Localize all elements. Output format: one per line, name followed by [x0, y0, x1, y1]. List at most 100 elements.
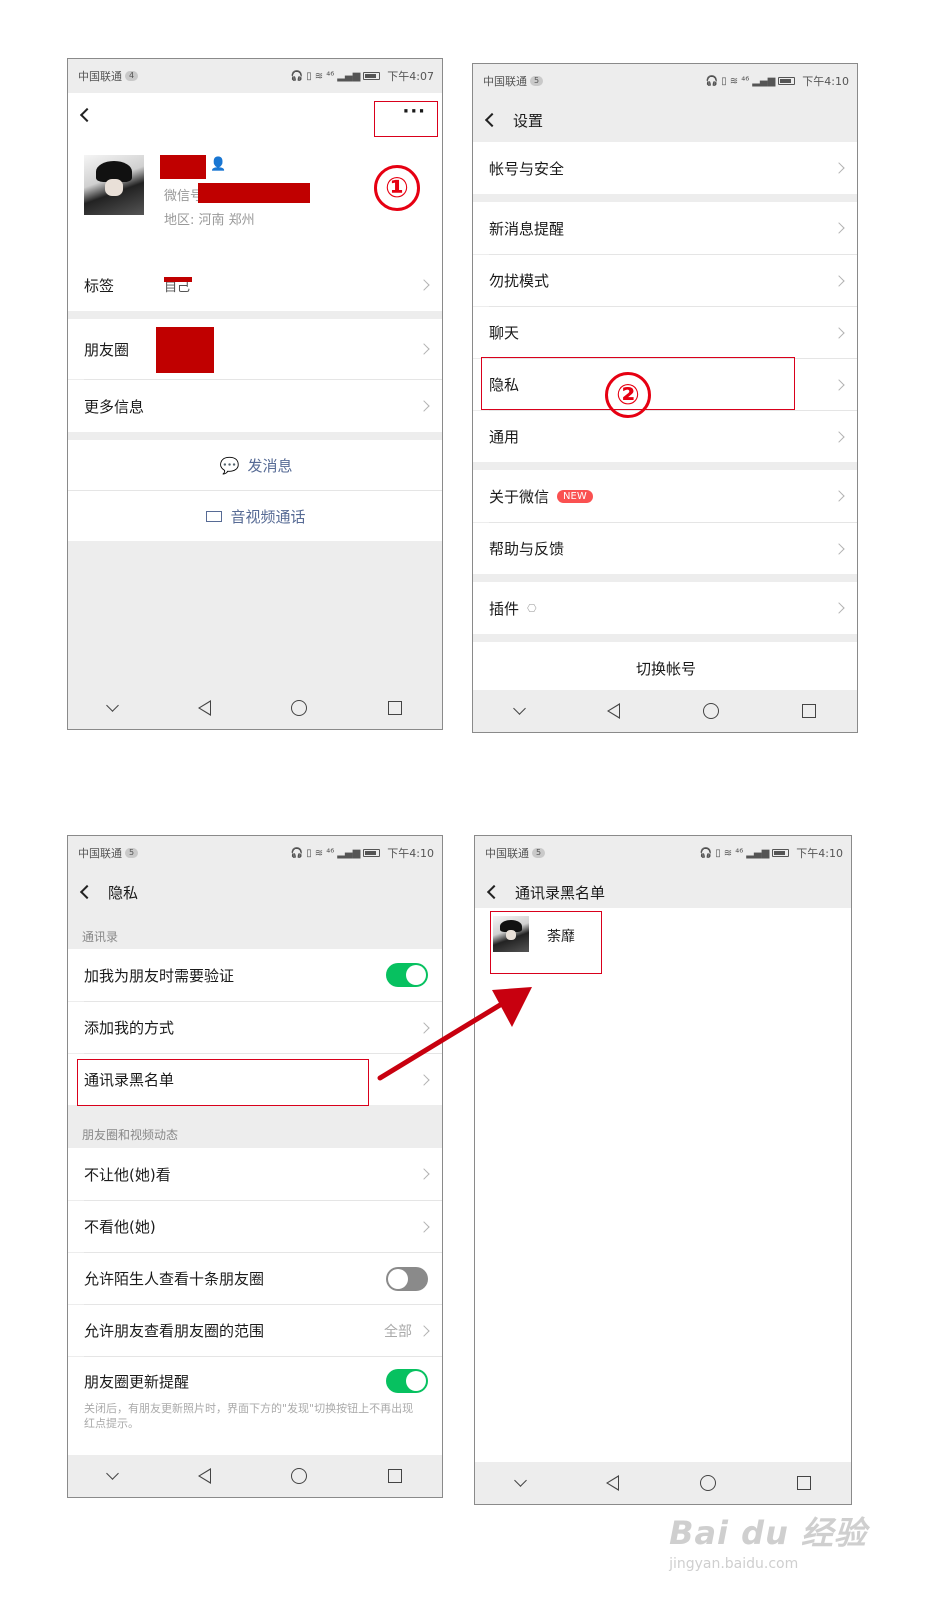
battery-icon [363, 72, 381, 80]
redacted-name [160, 155, 206, 179]
row-chat[interactable]: 聊天 [473, 307, 857, 358]
status-time: 下午4:10 [387, 847, 434, 860]
account-security-label: 帐号与安全 [489, 159, 565, 178]
back-icon[interactable] [79, 107, 95, 123]
av-call-button[interactable]: 音视频通话 [68, 491, 442, 541]
send-message-label: 发消息 [247, 456, 293, 475]
chevron-right-icon [833, 274, 845, 287]
page-title: 设置 [513, 111, 544, 130]
phone-privacy: 中国联通 5 🎧 ▯ ≋ ⁴⁶ ▂▄▆ 下午4:10 隐私 通讯录 加我为朋友时需要验证 添… [67, 835, 443, 1498]
row-tags[interactable]: 标签 自己 [68, 259, 442, 311]
moments-label: 朋友圈 [84, 340, 130, 359]
signal-icon: ▂▄▆ [746, 847, 770, 859]
status-bar: 中国联通 4 🎧 ▯ ≋ ⁴⁶ ▂▄▆ 下午4:07 [68, 59, 442, 93]
row-hide-their-posts[interactable]: 不看他(她) [68, 1201, 442, 1252]
collapse-icon[interactable] [513, 1474, 527, 1487]
chevron-right-icon [833, 542, 845, 555]
back-icon[interactable] [484, 112, 500, 128]
collapse-icon[interactable] [512, 702, 526, 715]
page-title: 隐私 [108, 883, 139, 902]
nav-back-icon[interactable] [197, 1468, 211, 1484]
avatar[interactable] [84, 155, 144, 215]
plugins-label: 插件 [489, 599, 520, 618]
chevron-right-icon [418, 1168, 430, 1180]
row-stranger-ten-posts[interactable]: 允许陌生人查看十条朋友圈 [68, 1253, 442, 1304]
row-moments[interactable]: 朋友圈 [68, 319, 442, 379]
chevron-right-icon [418, 400, 430, 412]
person-icon: 👤 [210, 157, 227, 172]
nav-back-icon[interactable] [197, 700, 211, 716]
row-new-message[interactable]: 新消息提醒 [473, 202, 857, 254]
back-icon[interactable] [79, 884, 95, 900]
phone-settings: 中国联通 5 🎧 ▯ ≋ ⁴⁶ ▂▄▆ 下午4:10 设置 帐号与安全 新消息提醒 勿扰模式… [472, 63, 858, 733]
collapse-icon[interactable] [106, 699, 120, 712]
nav-recent-icon[interactable] [387, 701, 402, 715]
back-icon[interactable] [486, 884, 502, 900]
step-2-marker: ② [605, 372, 651, 418]
collapse-icon[interactable] [106, 1467, 120, 1480]
stranger-ten-posts-toggle[interactable] [386, 1266, 428, 1291]
nav-recent-icon[interactable] [796, 1476, 811, 1490]
moments-update-reminder-toggle[interactable] [386, 1369, 428, 1393]
headset-icon: 🎧 [705, 75, 719, 87]
help-label: 帮助与反馈 [489, 540, 565, 558]
nav-home-icon[interactable] [702, 703, 719, 719]
verify-friend-toggle[interactable] [386, 963, 428, 987]
chat-label: 聊天 [489, 324, 520, 342]
chevron-right-icon [833, 378, 845, 391]
switch-account-label: 切换帐号 [635, 659, 696, 678]
redacted-moments-thumbnail [156, 327, 214, 373]
row-dnd[interactable]: 勿扰模式 [473, 255, 857, 306]
nav-home-icon[interactable] [291, 1468, 308, 1484]
nav-recent-icon[interactable] [801, 704, 816, 718]
signal-icon: ▂▄▆ [337, 847, 361, 859]
row-moments-update-reminder[interactable]: 朋友圈更新提醒 关闭后，有朋友更新照片时，界面下方的"发现"切换按钮上不再出现红… [68, 1357, 442, 1455]
watermark-url: jingyan.baidu.com [669, 1556, 799, 1572]
chat-bubble-icon: 💬 [219, 455, 240, 475]
chevron-right-icon [418, 1220, 430, 1233]
wifi-icon: ≋ [729, 75, 739, 87]
send-message-button[interactable]: 💬 发消息 [68, 440, 442, 490]
moments-range-value: 全部 [384, 1323, 412, 1340]
nav-back-icon[interactable] [605, 1475, 619, 1491]
vibrate-icon: ▯ [306, 70, 312, 82]
new-message-label: 新消息提醒 [489, 219, 565, 238]
hide-my-posts-label: 不让他(她)看 [84, 1165, 171, 1184]
row-more-info[interactable]: 更多信息 [68, 380, 442, 432]
row-add-me-methods[interactable]: 添加我的方式 [68, 1002, 442, 1053]
watermark-brand: Bai du 经验 [669, 1514, 867, 1552]
av-call-label: 音视频通话 [230, 507, 306, 526]
wifi-icon: ≋ [314, 847, 324, 859]
sim-badge: 4 [125, 71, 139, 81]
row-plugins[interactable]: 插件 ⎔ [473, 582, 857, 634]
nav-recent-icon[interactable] [387, 1469, 402, 1483]
plugin-icon: ⎔ [527, 601, 537, 615]
row-hide-my-posts[interactable]: 不让他(她)看 [68, 1148, 442, 1200]
chevron-right-icon [833, 326, 845, 339]
network-label: ⁴⁶ [735, 847, 744, 859]
section-header-moments: 朋友圈和视频动态 [82, 1128, 179, 1142]
row-verify-friend[interactable]: 加我为朋友时需要验证 [68, 949, 442, 1001]
chevron-right-icon [833, 430, 845, 443]
tag-value: 自己 [164, 279, 191, 295]
nav-home-icon[interactable] [699, 1475, 716, 1491]
status-time: 下午4:07 [387, 70, 434, 83]
row-help[interactable]: 帮助与反馈 [473, 523, 857, 574]
headset-icon: 🎧 [699, 847, 713, 859]
switch-account-button[interactable]: 切换帐号 [473, 642, 857, 694]
headset-icon: 🎧 [290, 847, 304, 859]
row-about[interactable]: 关于微信 NEW [473, 470, 857, 522]
nav-home-icon[interactable] [291, 700, 308, 716]
sim-badge: 5 [125, 848, 139, 858]
row-moments-range[interactable]: 允许朋友查看朋友圈的范围 全部 [68, 1305, 442, 1356]
chevron-right-icon [418, 1021, 430, 1034]
highlight-more-button [374, 101, 438, 137]
row-general[interactable]: 通用 [473, 411, 857, 462]
phone-contact-profile: 中国联通 4 🎧 ▯ ≋ ⁴⁶ ▂▄▆ 下午4:07 ··· 👤 微信号 地区: 河南 郑州… [67, 58, 443, 730]
chevron-right-icon [418, 343, 430, 355]
dnd-label: 勿扰模式 [489, 272, 550, 290]
highlight-blacklist-row [77, 1059, 369, 1106]
verify-friend-label: 加我为朋友时需要验证 [84, 966, 235, 985]
nav-back-icon[interactable] [606, 703, 620, 719]
row-account-security[interactable]: 帐号与安全 [473, 142, 857, 194]
